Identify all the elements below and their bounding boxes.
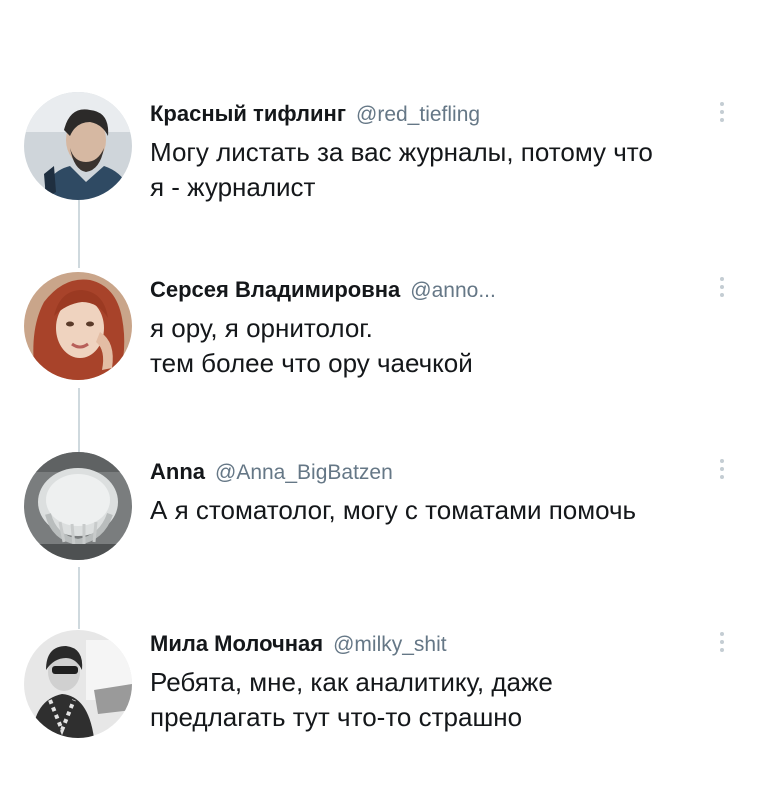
tweet-header: Серсея Владимировна @anno...: [150, 276, 725, 305]
avatar-image: [24, 92, 132, 200]
thread-connector: [78, 388, 80, 458]
tweet-header: Красный тифлинг @red_tiefling: [150, 100, 725, 129]
author-handle[interactable]: @anno...: [410, 279, 496, 302]
tweet-header: Anna @Anna_BigBatzen: [150, 458, 725, 487]
author-handle[interactable]: @milky_shit: [333, 633, 447, 656]
more-options-icon[interactable]: [719, 632, 725, 658]
man-with-beard-avatar[interactable]: [24, 92, 132, 200]
reply-thread: Красный тифлинг @red_tiefling Могу листат…: [0, 0, 765, 807]
more-options-icon[interactable]: [719, 277, 725, 303]
author-name[interactable]: Anna: [150, 459, 205, 484]
avatar-image: [24, 630, 132, 738]
tweet-text: Могу листать за вас журналы, потому что …: [150, 137, 653, 202]
woman-in-car-bw-avatar[interactable]: [24, 630, 132, 738]
more-options-icon[interactable]: [719, 102, 725, 128]
author-name[interactable]: Серсея Владимировна: [150, 277, 400, 302]
more-options-icon[interactable]: [719, 459, 725, 485]
author-handle[interactable]: @Anna_BigBatzen: [215, 461, 393, 484]
tweet-text: А я стоматолог, могу с томатами помочь: [150, 495, 637, 525]
author-name[interactable]: Мила Молочная: [150, 631, 323, 656]
thread-connector: [78, 200, 80, 268]
red-haired-woman-avatar[interactable]: [24, 272, 132, 380]
tweet-header: Мила Молочная @milky_shit: [150, 630, 725, 659]
tweet-text: я ору, я орнитолог. тем более что ору ча…: [150, 313, 473, 378]
avatar-image: [24, 452, 132, 560]
skull-xray-avatar[interactable]: [24, 452, 132, 560]
thread-connector: [78, 567, 80, 629]
author-name[interactable]: Красный тифлинг: [150, 101, 346, 126]
tweet-text: Ребята, мне, как аналитику, даже предлаг…: [150, 667, 553, 732]
avatar-image: [24, 272, 132, 380]
author-handle[interactable]: @red_tiefling: [356, 103, 480, 126]
